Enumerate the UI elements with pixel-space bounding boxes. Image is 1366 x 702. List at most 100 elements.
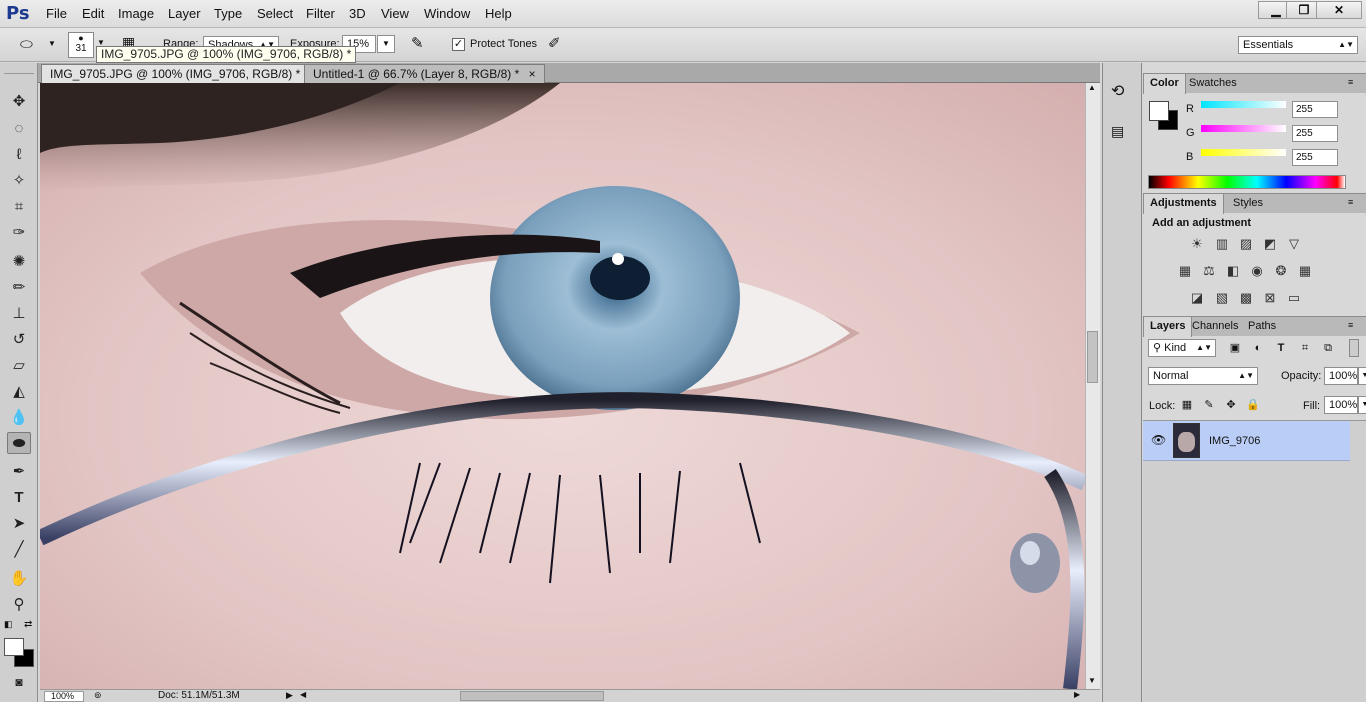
eyedropper-tool-icon[interactable]: ✑ [7, 222, 31, 244]
filter-adjustment-icon[interactable]: ◐ [1251, 341, 1265, 355]
menu-view[interactable]: View [381, 6, 409, 21]
menu-select[interactable]: Select [257, 6, 293, 21]
tab-channels[interactable]: Channels [1186, 317, 1244, 337]
properties-panel-icon[interactable]: ▤ [1111, 123, 1124, 140]
hand-tool-icon[interactable]: ✋ [7, 568, 31, 590]
tool-preset-dodge-icon[interactable]: ⬭ [20, 36, 33, 53]
lock-pixels-icon[interactable]: ✎ [1202, 398, 1216, 412]
blend-mode-select[interactable]: Normal ▲▼ [1148, 367, 1258, 385]
hue-saturation-icon[interactable]: ▦ [1176, 262, 1194, 280]
path-selection-tool-icon[interactable]: ➤ [7, 513, 31, 535]
threshold-icon[interactable]: ▩ [1237, 289, 1255, 307]
color-fg-swatch[interactable] [1149, 101, 1169, 121]
status-share-icon[interactable]: ⊚ [94, 690, 102, 701]
history-panel-icon[interactable]: ⟲ [1111, 81, 1124, 101]
airbrush-icon[interactable]: ✎ [411, 34, 424, 52]
document-canvas[interactable] [40, 83, 1085, 689]
status-menu-arrow[interactable]: ▶ [286, 690, 293, 701]
channel-mixer-icon[interactable]: ❂ [1272, 262, 1290, 280]
move-tool-icon[interactable]: ✥ [7, 91, 31, 113]
close-icon[interactable]: × [529, 67, 536, 81]
tab-img-9705[interactable]: IMG_9705.JPG @ 100% (IMG_9706, RGB/8) * … [41, 64, 326, 83]
lock-transparent-icon[interactable]: ▦ [1180, 398, 1194, 412]
clone-stamp-tool-icon[interactable]: ⊥ [7, 303, 31, 325]
marquee-tool-icon[interactable]: ◌ [7, 118, 31, 140]
menu-type[interactable]: Type [214, 6, 242, 21]
scroll-right-icon[interactable]: ▶ [1074, 690, 1080, 699]
filter-toggle[interactable] [1349, 339, 1359, 357]
curves-icon[interactable]: ▨ [1237, 235, 1255, 253]
paint-bucket-tool-icon[interactable]: ◭ [7, 381, 31, 403]
foreground-color-swatch[interactable] [4, 638, 24, 656]
selective-color-icon[interactable]: ⊠ [1261, 289, 1279, 307]
brush-preset-picker[interactable]: ● 31 [68, 32, 94, 58]
menu-3d[interactable]: 3D [349, 6, 366, 21]
vibrance-icon[interactable]: ▽ [1285, 235, 1303, 253]
panel-menu-icon[interactable]: ≡ [1348, 320, 1353, 330]
tools-grip[interactable] [4, 66, 34, 74]
fill-dropdown[interactable]: ▼ [1358, 396, 1366, 414]
default-colors-icon[interactable]: ◧ [4, 619, 13, 630]
pressure-size-icon[interactable]: ✐ [548, 34, 561, 52]
filter-shape-icon[interactable]: ⌗ [1298, 341, 1312, 355]
close-window-button[interactable]: ✕ [1316, 1, 1362, 19]
panel-menu-icon[interactable]: ≡ [1348, 77, 1353, 87]
preset-dropdown-arrow[interactable]: ▼ [48, 39, 56, 48]
eraser-tool-icon[interactable]: ▱ [7, 355, 31, 377]
gradient-map-icon[interactable]: ▭ [1285, 289, 1303, 307]
menu-help[interactable]: Help [485, 6, 512, 21]
photo-filter-icon[interactable]: ◉ [1248, 262, 1266, 280]
quick-mask-icon[interactable]: ◙ [7, 671, 31, 693]
filter-smart-object-icon[interactable]: ⧉ [1321, 341, 1335, 355]
tab-styles[interactable]: Styles [1227, 194, 1269, 214]
tab-adjustments[interactable]: Adjustments [1143, 194, 1224, 214]
tab-untitled-1[interactable]: Untitled-1 @ 66.7% (Layer 8, RGB/8) * × [304, 64, 545, 83]
scroll-down-icon[interactable]: ▼ [1088, 676, 1096, 685]
blur-tool-icon[interactable]: 💧 [7, 407, 31, 429]
swap-colors-icon[interactable]: ⇄ [24, 619, 32, 630]
tab-color[interactable]: Color [1143, 74, 1186, 94]
crop-tool-icon[interactable]: ⌗ [7, 196, 31, 218]
posterize-icon[interactable]: ▧ [1213, 289, 1231, 307]
menu-filter[interactable]: Filter [306, 6, 335, 21]
healing-brush-tool-icon[interactable]: ✺ [7, 251, 31, 273]
black-white-icon[interactable]: ◧ [1224, 262, 1242, 280]
opacity-dropdown[interactable]: ▼ [1358, 367, 1366, 385]
channel-r-input[interactable]: 255 [1292, 101, 1338, 118]
color-spectrum-ramp[interactable] [1148, 175, 1346, 189]
layer-filter-select[interactable]: ⚲ Kind ▲▼ [1148, 339, 1216, 357]
menu-edit[interactable]: Edit [82, 6, 104, 21]
scroll-left-icon[interactable]: ◀ [300, 690, 306, 699]
opacity-input[interactable]: 100% [1324, 367, 1358, 385]
color-lookup-icon[interactable]: ▦ [1296, 262, 1314, 280]
protect-tones-checkbox[interactable]: ✓ [452, 38, 465, 51]
vertical-scroll-thumb[interactable] [1087, 331, 1098, 383]
zoom-input[interactable]: 100% [44, 691, 84, 702]
exposure-icon[interactable]: ◩ [1261, 235, 1279, 253]
layer-row[interactable]: 👁 IMG_9706 [1143, 421, 1350, 461]
type-tool-icon[interactable]: T [7, 487, 31, 509]
filter-pixel-icon[interactable]: ▣ [1228, 341, 1242, 355]
panel-menu-icon[interactable]: ≡ [1348, 197, 1353, 207]
quick-selection-tool-icon[interactable]: ✧ [7, 170, 31, 192]
exposure-dropdown[interactable]: ▼ [377, 35, 395, 53]
menu-window[interactable]: Window [424, 6, 470, 21]
brightness-contrast-icon[interactable]: ☀ [1188, 235, 1206, 253]
tab-paths[interactable]: Paths [1242, 317, 1282, 337]
workspace-select[interactable]: Essentials ▲▼ [1238, 36, 1358, 54]
menu-layer[interactable]: Layer [168, 6, 201, 21]
channel-r-slider[interactable] [1201, 101, 1286, 108]
filter-type-icon[interactable]: T [1274, 341, 1288, 355]
invert-icon[interactable]: ◪ [1188, 289, 1206, 307]
horizontal-scroll-thumb[interactable] [460, 691, 604, 701]
channel-g-input[interactable]: 255 [1292, 125, 1338, 142]
history-brush-tool-icon[interactable]: ↺ [7, 329, 31, 351]
brush-tool-icon[interactable]: ✏ [7, 277, 31, 299]
eye-visibility-icon[interactable]: 👁 [1151, 433, 1166, 447]
pen-tool-icon[interactable]: ✒ [7, 461, 31, 483]
scroll-up-icon[interactable]: ▲ [1088, 83, 1096, 92]
channel-b-slider[interactable] [1201, 149, 1286, 156]
dodge-tool-icon[interactable]: ⬬ [7, 432, 31, 454]
line-tool-icon[interactable]: ╱ [7, 539, 31, 561]
lock-position-icon[interactable]: ✥ [1224, 398, 1238, 412]
